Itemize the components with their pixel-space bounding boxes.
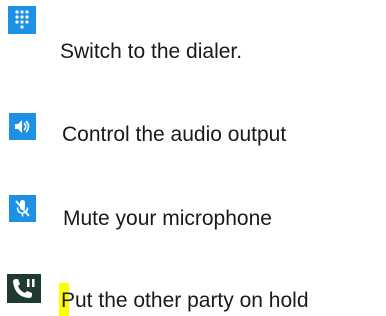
microphone-description: Mute your microphone [63, 207, 272, 230]
mic-muted-icon [9, 195, 36, 222]
speaker-icon [9, 113, 36, 140]
dialer-description: Switch to the dialer. [60, 40, 243, 63]
hold-description: Put the other party on hold [61, 289, 309, 312]
dialpad-icon [8, 6, 36, 34]
call-hold-icon [7, 274, 41, 303]
audio-description: Control the audio output [62, 123, 287, 146]
